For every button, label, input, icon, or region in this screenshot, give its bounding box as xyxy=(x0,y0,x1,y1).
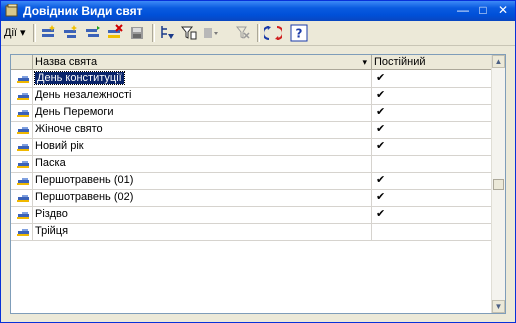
scroll-up-button[interactable]: ▲ xyxy=(492,55,505,68)
filter-list-icon[interactable] xyxy=(202,24,220,42)
title-bar[interactable]: Довідник Види свят — □ ✕ xyxy=(1,1,515,21)
item-icon xyxy=(11,223,33,240)
filter-icon[interactable] xyxy=(180,24,198,42)
toolbar-separator xyxy=(257,24,260,42)
app-icon xyxy=(5,4,18,17)
table-row[interactable]: Жіноче свято ✔ xyxy=(11,121,491,139)
permanent-check-cell[interactable] xyxy=(372,223,491,240)
item-icon xyxy=(11,155,33,172)
holiday-name-cell[interactable]: Паска xyxy=(33,155,372,172)
checkmark-icon: ✔ xyxy=(376,191,386,203)
table-row[interactable]: День Перемоги ✔ xyxy=(11,104,491,122)
table-row[interactable]: Паска xyxy=(11,155,491,173)
permanent-check-cell[interactable]: ✔ xyxy=(372,121,491,138)
table-row[interactable]: Новий рік ✔ xyxy=(11,138,491,156)
table-row[interactable]: Трійця xyxy=(11,223,491,241)
permanent-check-cell[interactable] xyxy=(372,155,491,172)
help-icon[interactable]: ? xyxy=(290,24,308,42)
toolbar-separator xyxy=(33,24,36,42)
checkmark-icon: ✔ xyxy=(376,72,386,84)
holiday-name-cell[interactable]: День Перемоги xyxy=(33,104,372,121)
holiday-name-cell[interactable]: День конституції xyxy=(33,70,372,87)
column-header-permanent[interactable]: Постійний xyxy=(372,55,491,69)
checkmark-icon: ✔ xyxy=(376,89,386,101)
item-icon xyxy=(11,206,33,223)
table-header: Назва свята ▾ Постійний xyxy=(11,55,491,70)
save-icon[interactable] xyxy=(128,24,146,42)
item-icon xyxy=(11,189,33,206)
hierarchy-icon[interactable] xyxy=(158,24,176,42)
window-title: Довідник Види свят xyxy=(23,4,143,18)
actions-menu-label: Дії xyxy=(4,27,17,39)
table-row[interactable]: Першотравень (02) ✔ xyxy=(11,189,491,207)
copy-icon[interactable] xyxy=(84,24,102,42)
clear-filter-icon[interactable] xyxy=(234,24,252,42)
table-row[interactable]: День конституції ✔ xyxy=(11,70,491,88)
checkmark-icon: ✔ xyxy=(376,208,386,220)
sort-arrow-icon: ▾ xyxy=(362,57,367,67)
actions-menu[interactable]: Дії ▾ xyxy=(4,26,26,40)
item-icon xyxy=(11,138,33,155)
add-icon[interactable] xyxy=(40,24,58,42)
holiday-name-cell[interactable]: Жіноче свято xyxy=(33,121,372,138)
chevron-down-icon: ▾ xyxy=(20,27,26,39)
window: Довідник Види свят — □ ✕ Дії ▾ ? Назва с… xyxy=(0,0,516,323)
scroll-down-button[interactable]: ▼ xyxy=(492,300,505,313)
holiday-types-table: Назва свята ▾ Постійний День конституції… xyxy=(10,54,506,314)
permanent-check-cell[interactable]: ✔ xyxy=(372,172,491,189)
permanent-check-cell[interactable]: ✔ xyxy=(372,87,491,104)
maximize-button[interactable]: □ xyxy=(475,3,491,18)
toolbar-separator xyxy=(152,24,155,42)
checkmark-icon: ✔ xyxy=(376,123,386,135)
checkmark-icon: ✔ xyxy=(376,174,386,186)
holiday-name-cell[interactable]: Новий рік xyxy=(33,138,372,155)
holiday-name-cell[interactable]: Першотравень (01) xyxy=(33,172,372,189)
permanent-check-cell[interactable]: ✔ xyxy=(372,138,491,155)
vertical-scrollbar[interactable]: ▲ ▼ xyxy=(491,55,505,313)
holiday-name-cell[interactable]: День незалежності xyxy=(33,87,372,104)
checkmark-icon: ✔ xyxy=(376,106,386,118)
item-icon xyxy=(11,87,33,104)
checkmark-icon: ✔ xyxy=(376,140,386,152)
permanent-check-cell[interactable]: ✔ xyxy=(372,206,491,223)
toolbar: Дії ▾ ? xyxy=(1,21,515,46)
column-header-name[interactable]: Назва свята ▾ xyxy=(33,55,372,69)
item-icon xyxy=(11,172,33,189)
holiday-name-cell[interactable]: Трійця xyxy=(33,223,372,240)
minimize-button[interactable]: — xyxy=(455,3,471,18)
holiday-name-cell[interactable]: Різдво xyxy=(33,206,372,223)
holiday-name-cell[interactable]: Першотравень (02) xyxy=(33,189,372,206)
svg-text:?: ? xyxy=(296,27,303,41)
permanent-check-cell[interactable]: ✔ xyxy=(372,189,491,206)
close-button[interactable]: ✕ xyxy=(495,3,511,18)
table-row[interactable]: Першотравень (01) ✔ xyxy=(11,172,491,190)
table-row[interactable]: День незалежності ✔ xyxy=(11,87,491,105)
permanent-check-cell[interactable]: ✔ xyxy=(372,104,491,121)
item-icon xyxy=(11,70,33,87)
permanent-check-cell[interactable]: ✔ xyxy=(372,70,491,87)
scroll-thumb[interactable] xyxy=(493,179,504,190)
refresh-icon[interactable] xyxy=(264,24,282,42)
header-icon-column xyxy=(11,55,33,69)
item-icon xyxy=(11,104,33,121)
item-icon xyxy=(11,121,33,138)
table-row[interactable]: Різдво ✔ xyxy=(11,206,491,224)
add-group-icon[interactable] xyxy=(62,24,80,42)
delete-icon[interactable] xyxy=(106,24,124,42)
